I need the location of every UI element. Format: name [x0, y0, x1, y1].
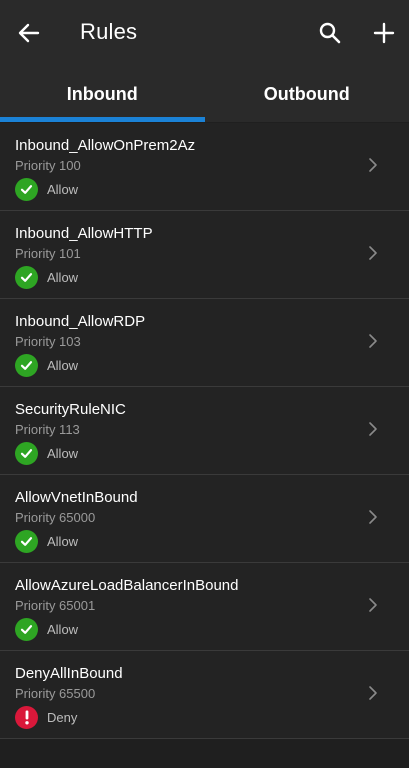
rule-action: Deny	[47, 710, 78, 725]
rule-name: Inbound_AllowHTTP	[15, 225, 153, 242]
rule-status: Deny	[15, 706, 77, 729]
chevron-right-icon	[369, 158, 377, 172]
plus-icon	[373, 22, 395, 44]
rule-action: Allow	[47, 446, 79, 461]
rule-action: Allow	[47, 270, 79, 285]
chevron-right-icon	[369, 686, 377, 700]
rule-row[interactable]: Inbound_AllowRDP Priority 103 Allow	[0, 299, 409, 387]
arrow-left-icon	[18, 23, 40, 43]
exclamation-circle-icon	[15, 706, 38, 729]
chevron-right-icon	[369, 334, 377, 348]
rule-name: DenyAllInBound	[15, 665, 123, 682]
chevron-right-icon	[369, 422, 377, 436]
tab-outbound-label: Outbound	[263, 83, 350, 104]
check-circle-icon	[15, 354, 38, 377]
rule-status: Allow	[15, 266, 78, 289]
rule-priority: Priority 65500	[15, 686, 96, 701]
chevron-right-icon	[369, 510, 377, 524]
rule-row[interactable]: SecurityRuleNIC Priority 113 Allow	[0, 387, 409, 475]
rule-priority: Priority 101	[15, 246, 81, 261]
rule-name: SecurityRuleNIC	[15, 401, 126, 418]
rule-priority: Priority 65000	[15, 510, 96, 525]
rule-row[interactable]: Inbound_AllowHTTP Priority 101 Allow	[0, 211, 409, 299]
page-title: Rules	[80, 19, 138, 44]
check-circle-icon	[15, 618, 38, 641]
rule-status: Allow	[15, 618, 78, 641]
rule-name: AllowVnetInBound	[15, 489, 138, 506]
search-button[interactable]	[314, 17, 346, 49]
rule-action: Allow	[47, 182, 79, 197]
rule-name: Inbound_AllowOnPrem2Az	[15, 137, 196, 154]
rules-screen: Rules Inbound Outbound Inbound_AllowOnPr…	[0, 0, 409, 768]
rule-row[interactable]: DenyAllInBound Priority 65500 Deny	[0, 651, 409, 739]
search-icon	[319, 22, 341, 44]
tab-inbound[interactable]: Inbound	[0, 66, 205, 122]
rule-status: Allow	[15, 354, 78, 377]
back-button[interactable]	[13, 17, 45, 49]
chevron-right-icon	[369, 598, 377, 612]
app-header: Rules	[0, 0, 409, 66]
rule-priority: Priority 113	[15, 422, 80, 437]
rule-priority: Priority 103	[15, 334, 81, 349]
rules-list: Inbound_AllowOnPrem2Az Priority 100 Allow I…	[0, 122, 409, 739]
rule-row[interactable]: Inbound_AllowOnPrem2Az Priority 100 Allow	[0, 123, 409, 211]
tab-inbound-label: Inbound	[66, 83, 138, 104]
check-circle-icon	[15, 266, 38, 289]
tab-bar: Inbound Outbound	[0, 66, 409, 122]
tab-selected-indicator	[0, 117, 205, 122]
chevron-right-icon	[369, 246, 377, 260]
rule-priority: Priority 65001	[15, 598, 96, 613]
rule-action: Allow	[47, 622, 79, 637]
rule-status: Allow	[15, 530, 78, 553]
tab-outbound[interactable]: Outbound	[205, 66, 409, 122]
rule-action: Allow	[47, 534, 79, 549]
rule-row[interactable]: AllowAzureLoadBalancerInBound Priority 65…	[0, 563, 409, 651]
check-circle-icon	[15, 530, 38, 553]
rule-name: AllowAzureLoadBalancerInBound	[15, 577, 239, 594]
rule-status: Allow	[15, 442, 78, 465]
rule-row[interactable]: AllowVnetInBound Priority 65000 Allow	[0, 475, 409, 563]
rule-status: Allow	[15, 178, 78, 201]
check-circle-icon	[15, 442, 38, 465]
rule-action: Allow	[47, 358, 79, 373]
rule-name: Inbound_AllowRDP	[15, 313, 146, 330]
add-button[interactable]	[368, 17, 400, 49]
rule-priority: Priority 100	[15, 158, 81, 173]
check-circle-icon	[15, 178, 38, 201]
